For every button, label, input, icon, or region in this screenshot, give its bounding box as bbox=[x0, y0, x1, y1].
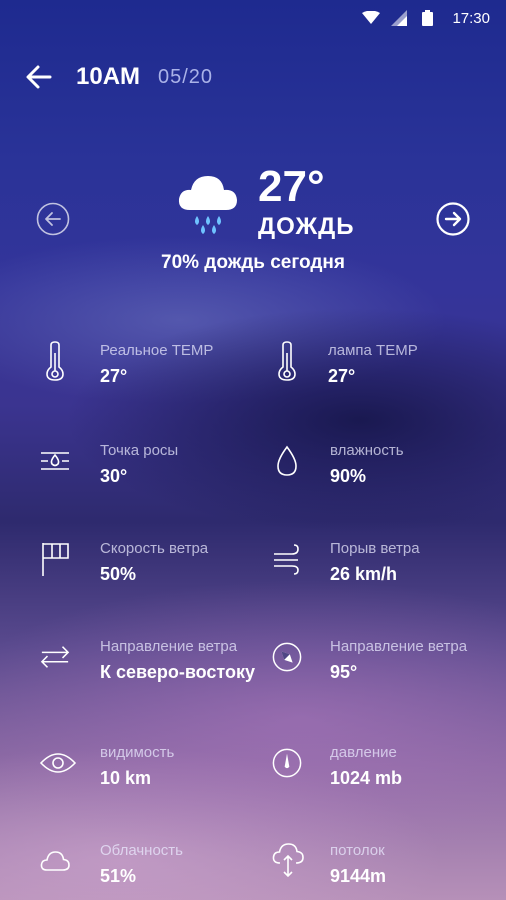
app-bar: 10AM 05/20 bbox=[0, 54, 506, 100]
forecast-hour: 10AM bbox=[76, 63, 141, 90]
detail-value: 90% bbox=[330, 466, 367, 486]
wind-gust-icon bbox=[272, 538, 302, 580]
detail-label: влажность bbox=[330, 442, 404, 459]
detail-cloud-cover: Облачность 51% bbox=[40, 840, 270, 900]
detail-value: 10 km bbox=[100, 768, 152, 788]
detail-label: Точка росы bbox=[100, 442, 179, 459]
cloud-rain-icon bbox=[176, 170, 240, 236]
status-bar: 17:30 bbox=[0, 0, 506, 36]
drop-icon bbox=[272, 440, 302, 482]
battery-icon bbox=[418, 9, 436, 27]
dew-point-icon bbox=[40, 440, 70, 482]
wind-direction-arrows-icon bbox=[40, 636, 70, 678]
back-arrow-icon[interactable] bbox=[24, 62, 54, 92]
detail-label: Облачность bbox=[100, 842, 183, 859]
detail-label: Порыв ветра bbox=[330, 540, 420, 557]
detail-visibility: видимость 10 km bbox=[40, 742, 270, 802]
detail-value: 51% bbox=[100, 866, 137, 886]
detail-dew-point: Точка росы 30° bbox=[40, 440, 270, 500]
weather-condition: ДОЖДЬ bbox=[258, 213, 355, 240]
thermometer-icon bbox=[40, 340, 70, 382]
detail-wind-speed: Скорость ветра 50% bbox=[40, 538, 270, 598]
status-time: 17:30 bbox=[452, 9, 490, 27]
cloud-icon bbox=[40, 840, 70, 882]
detail-humidity: влажность 90% bbox=[272, 440, 502, 500]
detail-value: 26 km/h bbox=[330, 564, 398, 584]
detail-real-temp: Реальное TEMP 27° bbox=[40, 340, 270, 400]
detail-label: Реальное TEMP bbox=[100, 342, 214, 359]
detail-pressure: давление 1024 mb bbox=[272, 742, 502, 802]
detail-label: потолок bbox=[330, 842, 385, 859]
eye-icon bbox=[40, 742, 76, 784]
detail-value: 30° bbox=[100, 466, 128, 486]
detail-ceiling: потолок 9144m bbox=[272, 840, 502, 900]
detail-value: 95° bbox=[330, 662, 358, 682]
detail-label: Направление ветра bbox=[330, 638, 468, 655]
detail-label: Направление ветра bbox=[100, 638, 238, 655]
precipitation-summary: 70% дождь сегодня bbox=[161, 252, 345, 273]
detail-label: видимость bbox=[100, 744, 175, 761]
next-hour-icon[interactable] bbox=[436, 202, 470, 236]
detail-value: 9144m bbox=[330, 866, 387, 886]
forecast-date: 05/20 bbox=[158, 66, 214, 88]
cloud-ceiling-icon bbox=[272, 840, 304, 882]
detail-label: Скорость ветра bbox=[100, 540, 209, 557]
compass-icon bbox=[272, 636, 302, 678]
detail-value: К северо-востоку bbox=[100, 662, 256, 682]
current-temperature: 27° bbox=[258, 162, 325, 211]
detail-value: 1024 mb bbox=[330, 768, 403, 788]
detail-lamp-temp: лампа TEMP 27° bbox=[272, 340, 502, 400]
signal-icon bbox=[390, 9, 408, 27]
windsock-icon bbox=[40, 538, 70, 580]
detail-value: 27° bbox=[328, 366, 356, 386]
thermometer-icon bbox=[272, 340, 302, 382]
pressure-gauge-icon bbox=[272, 742, 302, 784]
detail-wind-direction-degrees: Направление ветра 95° bbox=[272, 636, 502, 696]
detail-value: 27° bbox=[100, 366, 128, 386]
detail-value: 50% bbox=[100, 564, 137, 584]
detail-label: лампа TEMP bbox=[328, 342, 418, 359]
detail-label: давление bbox=[330, 744, 397, 761]
previous-hour-icon[interactable] bbox=[36, 202, 70, 236]
detail-wind-direction-text: Направление ветра К северо-востоку bbox=[40, 636, 270, 696]
wifi-icon bbox=[362, 9, 381, 27]
detail-wind-gust: Порыв ветра 26 km/h bbox=[272, 538, 502, 598]
